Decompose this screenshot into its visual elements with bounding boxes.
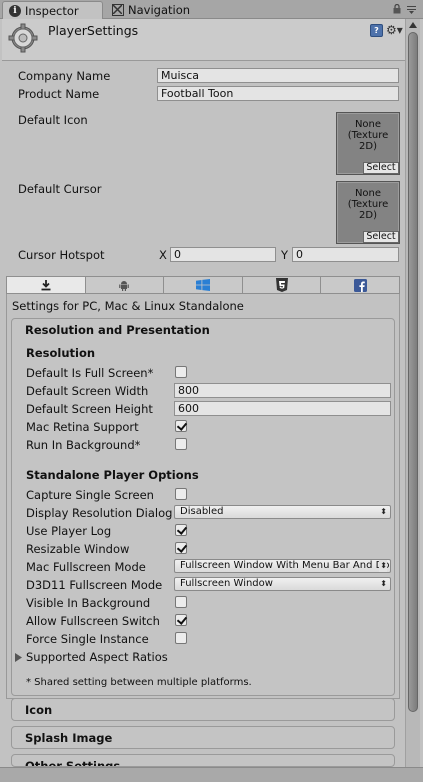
scrollbar-thumb[interactable] <box>408 32 418 712</box>
allow-fullscreen-switch-checkbox[interactable] <box>175 614 187 626</box>
default-icon-none-text: None (Texture 2D) <box>337 119 399 152</box>
screen-height-label: Default Screen Height <box>26 402 153 416</box>
page-title: PlayerSettings <box>48 23 139 38</box>
default-icon-select-button[interactable]: Select <box>363 162 399 174</box>
run-background-label: Run In Background* <box>26 438 141 452</box>
run-background-checkbox[interactable] <box>175 438 187 450</box>
default-cursor-select-button[interactable]: Select <box>363 231 399 243</box>
splash-image-section[interactable]: Splash Image <box>11 726 395 749</box>
component-settings-gear-icon[interactable]: ⚙▾ <box>386 24 403 37</box>
foldout-arrow-icon[interactable] <box>15 653 22 662</box>
default-icon-text-line2: (Texture <box>347 130 389 141</box>
bottom-status-strip <box>0 767 423 782</box>
mac-fullscreen-value: Fullscreen Window With Menu Bar And Dock <box>180 560 391 571</box>
single-instance-label: Force Single Instance <box>26 632 149 646</box>
default-cursor-none-text: None (Texture 2D) <box>337 188 399 221</box>
dropdown-arrows-icon: ⬍ <box>380 507 387 516</box>
windows-store-icon <box>195 279 210 291</box>
screen-height-field[interactable]: 600 <box>174 401 391 416</box>
scroll-up-icon[interactable] <box>409 22 417 28</box>
platform-tab-bar <box>6 276 400 294</box>
platform-tab-webgl[interactable] <box>243 277 322 293</box>
dropdown-arrows-icon: ⬍ <box>380 579 387 588</box>
platform-tab-android[interactable] <box>86 277 165 293</box>
capture-screen-label: Capture Single Screen <box>26 488 154 502</box>
lock-icon[interactable] <box>393 4 401 14</box>
shared-setting-footnote: * Shared setting between multiple platfo… <box>26 677 252 688</box>
tab-navigation[interactable]: Navigation <box>106 1 216 19</box>
aspect-ratios-foldout[interactable]: Supported Aspect Ratios <box>26 650 168 664</box>
default-cursor-label: Default Cursor <box>18 182 102 196</box>
screen-width-field[interactable]: 800 <box>174 383 391 398</box>
default-cursor-text-line3: 2D) <box>359 210 377 221</box>
icon-section[interactable]: Icon <box>11 698 395 721</box>
retina-checkbox[interactable] <box>175 420 187 432</box>
tab-inspector[interactable]: i Inspector <box>2 1 103 19</box>
d3d11-fullscreen-dropdown[interactable]: Fullscreen Window ⬍ <box>174 577 391 591</box>
visible-background-checkbox[interactable] <box>175 596 187 608</box>
hotspot-x-label: X <box>159 248 167 262</box>
default-icon-text-line1: None <box>354 119 382 130</box>
icon-section-title: Icon <box>25 703 53 717</box>
product-name-field[interactable]: Football Toon <box>157 86 399 101</box>
editor-tab-strip: i Inspector Navigation <box>0 0 423 19</box>
screen-width-label: Default Screen Width <box>26 384 149 398</box>
tab-navigation-label: Navigation <box>128 3 191 17</box>
display-dialog-value: Disabled <box>180 506 224 517</box>
default-cursor-text-line1: None <box>354 188 382 199</box>
hotspot-y-label: Y <box>281 248 289 262</box>
dropdown-arrows-icon: ⬍ <box>379 560 387 572</box>
inspector-header: PlayerSettings ? ⚙▾ <box>2 19 405 61</box>
fullscreen-label: Default Is Full Screen* <box>26 366 154 380</box>
hotspot-y-field[interactable]: 0 <box>292 247 399 262</box>
capture-screen-checkbox[interactable] <box>175 488 187 500</box>
other-settings-section[interactable]: Other Settings <box>11 754 395 767</box>
fullscreen-checkbox[interactable] <box>175 366 187 378</box>
default-icon-label: Default Icon <box>18 113 88 127</box>
platform-tab-windows-store[interactable] <box>164 277 243 293</box>
mac-fullscreen-dropdown[interactable]: Fullscreen Window With Menu Bar And Dock… <box>174 559 391 573</box>
standalone-options-subheader: Standalone Player Options <box>26 468 199 482</box>
inspector-scrollbar[interactable] <box>405 19 420 767</box>
player-log-checkbox[interactable] <box>175 524 187 536</box>
default-cursor-text-line2: (Texture <box>347 199 389 210</box>
cursor-hotspot-label: Cursor Hotspot <box>18 248 105 262</box>
visible-background-label: Visible In Background <box>26 596 151 610</box>
company-name-label: Company Name <box>18 69 111 83</box>
product-name-label: Product Name <box>18 87 100 101</box>
resizable-window-label: Resizable Window <box>26 542 130 556</box>
facebook-icon <box>353 278 367 292</box>
help-icon[interactable]: ? <box>370 24 383 37</box>
splash-image-section-title: Splash Image <box>25 731 113 745</box>
platform-tab-standalone[interactable] <box>7 277 86 293</box>
display-dialog-dropdown[interactable]: Disabled ⬍ <box>174 505 391 519</box>
tab-menu-icon[interactable] <box>407 5 416 14</box>
standalone-icon <box>41 280 51 291</box>
resizable-window-checkbox[interactable] <box>175 542 187 554</box>
d3d11-fullscreen-label: D3D11 Fullscreen Mode <box>26 578 163 592</box>
settings-for-label: Settings for PC, Mac & Linux Standalone <box>12 299 244 313</box>
other-settings-section-title: Other Settings <box>25 759 121 767</box>
allow-fullscreen-switch-label: Allow Fullscreen Switch <box>26 614 160 628</box>
player-settings-gear-icon <box>8 23 38 53</box>
company-name-field[interactable]: Muisca <box>157 68 399 83</box>
default-cursor-slot[interactable]: None (Texture 2D) Select <box>336 181 400 244</box>
resolution-presentation-header[interactable]: Resolution and Presentation <box>25 323 210 337</box>
platform-tab-facebook[interactable] <box>321 277 399 293</box>
default-icon-text-line3: 2D) <box>359 141 377 152</box>
android-icon <box>119 281 130 291</box>
mac-fullscreen-label: Mac Fullscreen Mode <box>26 560 146 574</box>
player-log-label: Use Player Log <box>26 524 112 538</box>
display-dialog-label: Display Resolution Dialog <box>26 506 173 520</box>
d3d11-fullscreen-value: Fullscreen Window <box>180 578 273 589</box>
hotspot-x-field[interactable]: 0 <box>170 247 276 262</box>
single-instance-checkbox[interactable] <box>175 632 187 644</box>
retina-label: Mac Retina Support <box>26 420 139 434</box>
default-icon-slot[interactable]: None (Texture 2D) Select <box>336 112 400 175</box>
html5-icon <box>275 278 288 292</box>
info-icon: i <box>9 4 21 17</box>
navigation-icon <box>112 4 124 16</box>
resolution-subheader: Resolution <box>26 346 96 360</box>
tab-inspector-label: Inspector <box>25 3 79 18</box>
